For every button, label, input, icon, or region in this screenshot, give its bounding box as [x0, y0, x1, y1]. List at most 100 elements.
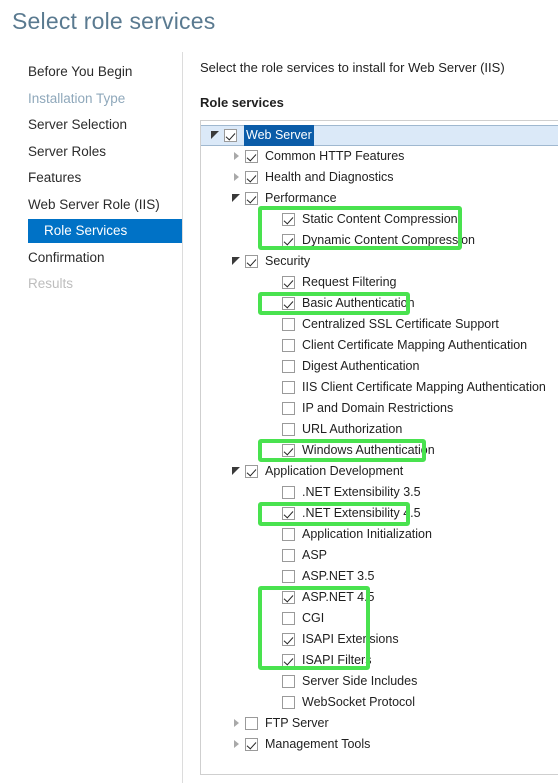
tree-row[interactable]: Dynamic Content Compression [201, 230, 558, 251]
tree-row[interactable]: FTP Server [201, 713, 558, 734]
checkbox-icon[interactable] [245, 465, 258, 478]
chevron-right-icon[interactable] [229, 734, 245, 755]
chevron-right-icon[interactable] [229, 167, 245, 188]
checkbox-icon[interactable] [282, 444, 295, 457]
tree-row[interactable]: IIS Client Certificate Mapping Authentic… [201, 377, 558, 398]
tree-row-label: .NET Extensibility 3.5 [302, 485, 421, 499]
tree-row[interactable]: .NET Extensibility 3.5 [201, 482, 558, 503]
tree-row[interactable]: ASP.NET 3.5 [201, 566, 558, 587]
wizard-nav-item-features[interactable]: Features [0, 166, 182, 190]
chevron-right-icon[interactable] [229, 713, 245, 734]
checkbox-icon[interactable] [282, 360, 295, 373]
tree-row[interactable]: CGI [201, 608, 558, 629]
checkbox-icon[interactable] [282, 675, 295, 688]
wizard-nav: Before You Begin Installation Type Server … [0, 60, 182, 783]
tree-row[interactable]: Basic Authentication [201, 293, 558, 314]
tree-row[interactable]: WebSocket Protocol [201, 692, 558, 713]
checkbox-icon[interactable] [282, 654, 295, 667]
tree-row[interactable]: Client Certificate Mapping Authenticatio… [201, 335, 558, 356]
checkbox-icon[interactable] [245, 171, 258, 184]
checkbox-icon[interactable] [282, 234, 295, 247]
wizard-nav-item-role-services[interactable]: Role Services [28, 219, 182, 243]
chevron-down-icon[interactable] [229, 461, 245, 482]
tree-row-label: URL Authorization [302, 422, 403, 436]
content-intro-text: Select the role services to install for … [200, 60, 505, 75]
tree-row[interactable]: Management Tools [201, 734, 558, 755]
tree-row[interactable]: URL Authorization [201, 419, 558, 440]
role-services-tree[interactable]: Web Server Common HTTP Features Health and… [200, 120, 558, 775]
tree-row-label: Security [265, 254, 311, 268]
content-pane: Select the role services to install for … [200, 60, 558, 783]
tree-row-label: Server Side Includes [302, 674, 418, 688]
checkbox-icon[interactable] [282, 381, 295, 394]
checkbox-icon[interactable] [224, 129, 237, 142]
tree-row[interactable]: Digest Authentication [201, 356, 558, 377]
tree-row[interactable]: Static Content Compression [201, 209, 558, 230]
wizard-nav-item-installation-type[interactable]: Installation Type [0, 87, 182, 111]
tree-row[interactable]: ASP.NET 4.5 [201, 587, 558, 608]
chevron-down-icon[interactable] [229, 188, 245, 209]
wizard-nav-item-server-roles[interactable]: Server Roles [0, 140, 182, 164]
checkbox-icon[interactable] [282, 423, 295, 436]
checkbox-icon[interactable] [282, 276, 295, 289]
tree-row[interactable]: Security [201, 251, 558, 272]
tree-row[interactable]: Application Initialization [201, 524, 558, 545]
wizard-nav-item-server-selection[interactable]: Server Selection [0, 113, 182, 137]
checkbox-icon[interactable] [282, 213, 295, 226]
tree-row-label: ASP.NET 4.5 [302, 590, 375, 604]
tree-row[interactable]: .NET Extensibility 4.5 [201, 503, 558, 524]
tree-row[interactable]: Server Side Includes [201, 671, 558, 692]
checkbox-icon[interactable] [245, 717, 258, 730]
tree-row[interactable]: Centralized SSL Certificate Support [201, 314, 558, 335]
checkbox-icon[interactable] [245, 255, 258, 268]
wizard-nav-item-before-you-begin[interactable]: Before You Begin [0, 60, 182, 84]
chevron-right-icon[interactable] [229, 146, 245, 167]
tree-row[interactable]: Performance [201, 188, 558, 209]
tree-row[interactable]: Web Server [201, 125, 558, 146]
checkbox-icon[interactable] [282, 570, 295, 583]
tree-row[interactable]: IP and Domain Restrictions [201, 398, 558, 419]
chevron-down-icon[interactable] [208, 125, 224, 146]
tree-row[interactable]: Health and Diagnostics [201, 167, 558, 188]
checkbox-icon[interactable] [282, 696, 295, 709]
tree-row[interactable]: ISAPI Filters [201, 650, 558, 671]
chevron-down-icon[interactable] [229, 251, 245, 272]
tree-row[interactable]: Application Development [201, 461, 558, 482]
checkbox-icon[interactable] [282, 591, 295, 604]
wizard-nav-item-web-server-role-iis[interactable]: Web Server Role (IIS) [0, 193, 182, 217]
checkbox-icon[interactable] [282, 633, 295, 646]
tree-row[interactable]: ISAPI Extensions [201, 629, 558, 650]
checkbox-icon[interactable] [282, 507, 295, 520]
checkbox-icon[interactable] [282, 297, 295, 310]
checkbox-icon[interactable] [282, 402, 295, 415]
checkbox-icon[interactable] [245, 738, 258, 751]
checkbox-icon[interactable] [282, 549, 295, 562]
tree-row[interactable]: Windows Authentication [201, 440, 558, 461]
checkbox-icon[interactable] [282, 318, 295, 331]
checkbox-icon[interactable] [282, 612, 295, 625]
checkbox-icon[interactable] [282, 339, 295, 352]
tree-row-label: Web Server [244, 125, 314, 146]
tree-row[interactable]: Common HTTP Features [201, 146, 558, 167]
checkbox-icon[interactable] [245, 192, 258, 205]
wizard-nav-item-confirmation[interactable]: Confirmation [0, 246, 182, 270]
tree-row-label: IIS Client Certificate Mapping Authentic… [302, 380, 546, 394]
checkbox-icon[interactable] [282, 486, 295, 499]
tree-row[interactable]: Request Filtering [201, 272, 558, 293]
nav-content-divider [182, 52, 183, 783]
checkbox-icon[interactable] [282, 528, 295, 541]
tree-row[interactable]: ASP [201, 545, 558, 566]
checkbox-icon[interactable] [245, 150, 258, 163]
